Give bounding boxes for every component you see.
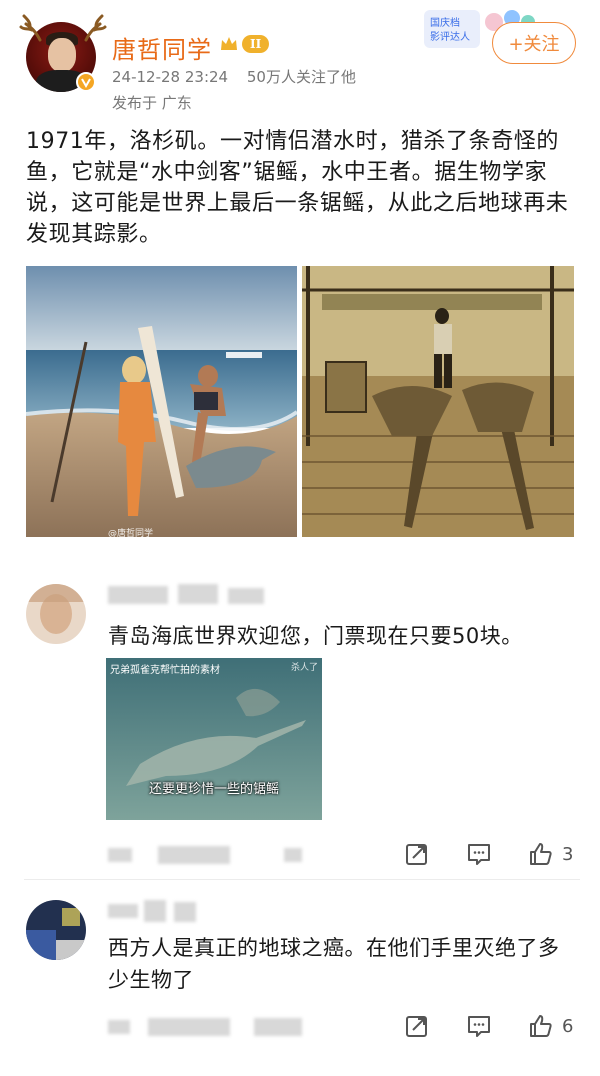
share-icon: [406, 1016, 427, 1037]
rank-level: II: [242, 35, 270, 53]
like-button[interactable]: 3: [528, 840, 573, 868]
like-count: 3: [562, 843, 574, 865]
post-header: 唐哲同学 II 24-12-28 23:24 50万人关注了他 发布于 广东 国…: [0, 0, 600, 120]
media-subtitle: 还要更珍惜一些的锯鳐: [148, 782, 279, 797]
comment-text: 西方人是真正的地球之癌。在他们手里灭绝了多少生物了: [108, 936, 560, 992]
verified-badge-icon: [76, 72, 96, 92]
comment-button[interactable]: [466, 840, 492, 868]
post-location: 发布于 广东: [112, 94, 192, 112]
commenter-name-redacted: [108, 582, 273, 608]
promo-badge-text-2: 影评达人: [430, 31, 470, 43]
author-name[interactable]: 唐哲同学: [112, 30, 212, 65]
avatar-face: [48, 38, 76, 72]
comment-button[interactable]: [466, 1012, 492, 1040]
post-photo-dock[interactable]: [302, 266, 574, 537]
thumbs-up-icon: [530, 843, 552, 865]
promo-badge-text-1: 国庆档: [430, 16, 460, 29]
rank-badge[interactable]: II: [218, 33, 274, 55]
comment-meta-redacted: [108, 1016, 308, 1038]
comment-footer: 3: [0, 836, 600, 870]
post-timestamp: 24-12-28 23:24: [112, 68, 229, 86]
comment-icon: [468, 1016, 490, 1037]
comment-item: 青岛海底世界欢迎您，门票现在只要50块。 兄弟孤雀克帮忙拍的素材 杀人了 还要更…: [0, 574, 600, 876]
like-count: 6: [562, 1015, 574, 1037]
comment-item: 西方人是真正的地球之癌。在他们手里灭绝了多少生物了 6: [0, 890, 600, 1060]
share-button[interactable]: [404, 1012, 430, 1040]
crown-icon: [221, 37, 237, 50]
share-button[interactable]: [404, 840, 430, 868]
post-text: 1971年，洛杉矶。一对情侣潜水时，猎杀了条奇怪的鱼，它就是“水中剑客”锯鳐，水…: [26, 129, 569, 247]
comment-icon: [468, 844, 490, 865]
comment-divider: [24, 879, 580, 880]
commenter-name-redacted: [108, 898, 273, 924]
antler-icon: [84, 14, 107, 42]
commenter-avatar[interactable]: [26, 584, 86, 644]
share-icon: [406, 844, 427, 865]
post-meta: 24-12-28 23:24 50万人关注了他: [112, 66, 356, 87]
media-caption-top: 兄弟孤雀克帮忙拍的素材: [110, 665, 220, 676]
comment-meta-redacted: [108, 844, 308, 866]
media-corner-text: 杀人了: [290, 663, 318, 673]
antler-icon: [19, 14, 42, 42]
post-photo-beach[interactable]: [26, 266, 297, 537]
comment-text: 青岛海底世界欢迎您，门票现在只要50块。: [108, 624, 523, 648]
follow-button[interactable]: +关注: [492, 22, 576, 64]
thumbs-up-icon: [530, 1015, 552, 1037]
comment-media-video[interactable]: 兄弟孤雀克帮忙拍的素材 杀人了 还要更珍惜一些的锯鳐: [106, 658, 322, 820]
author-followers: 50万人关注了他: [246, 68, 356, 86]
comment-footer: 6: [0, 1008, 600, 1042]
image-watermark: @唐哲同学: [108, 529, 154, 539]
commenter-avatar[interactable]: [26, 900, 86, 960]
like-button[interactable]: 6: [528, 1012, 573, 1040]
